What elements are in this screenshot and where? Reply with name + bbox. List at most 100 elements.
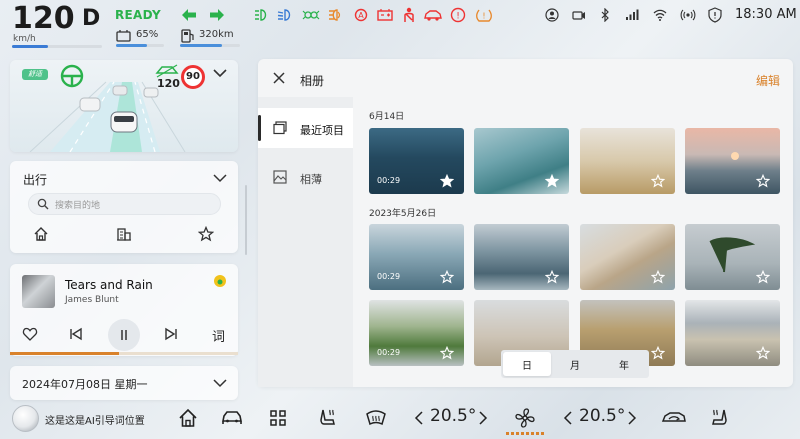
- battery-icon: [116, 30, 131, 42]
- search-placeholder: 搜索目的地: [55, 201, 101, 211]
- ai-hint-text: 这是这是AI引导词位置: [45, 416, 145, 427]
- tree-silhouette: [709, 237, 756, 273]
- ready-indicator: READY: [115, 8, 162, 22]
- lyrics-button[interactable]: 词: [212, 326, 225, 345]
- gallery-title: 相册: [300, 74, 325, 88]
- favorite-star-icon[interactable]: [651, 174, 665, 188]
- ai-assistant-orb[interactable]: [12, 405, 39, 432]
- brake-warning-icon: A: [354, 8, 368, 22]
- speed-limit-sign: 90: [181, 65, 205, 89]
- segment-day[interactable]: 日: [503, 357, 551, 372]
- speed-bar: [12, 45, 102, 48]
- video-duration: 00:29: [377, 176, 401, 185]
- office-shortcut-icon[interactable]: [116, 226, 132, 242]
- segment-year[interactable]: 年: [600, 357, 648, 372]
- hotspot-icon: [680, 9, 696, 21]
- dashcam-icon[interactable]: [572, 8, 586, 22]
- battery-bar: [116, 44, 164, 47]
- like-heart-icon[interactable]: [22, 326, 38, 342]
- music-app-icon[interactable]: [213, 274, 227, 288]
- gear-indicator: D: [82, 6, 101, 31]
- albums-icon: [273, 170, 287, 184]
- speed-readout: 120: [12, 1, 75, 36]
- wifi-icon: [653, 9, 667, 21]
- temp-down-right-icon[interactable]: [563, 410, 573, 426]
- favorite-star-icon[interactable]: [651, 346, 665, 360]
- fog-light-icon: [329, 9, 341, 21]
- sidebar-item-albums[interactable]: 相薄: [300, 171, 322, 187]
- home-shortcut-icon[interactable]: [33, 226, 49, 242]
- fuel-pump-icon: [181, 29, 194, 43]
- sidebar-active-indicator: [258, 115, 261, 141]
- song-artist: James Blunt: [65, 295, 119, 305]
- favorite-star-icon[interactable]: [440, 174, 454, 188]
- recent-items-icon: [273, 121, 287, 135]
- left-panel-scrollbar[interactable]: [245, 185, 247, 255]
- favorite-star-icon[interactable]: [440, 270, 454, 284]
- adas-set-speed: 120: [157, 77, 180, 90]
- navigation-title: 出行: [23, 173, 48, 187]
- favorite-star-icon[interactable]: [545, 270, 559, 284]
- chevron-down-icon[interactable]: [213, 378, 227, 388]
- vehicle-control-icon[interactable]: [221, 409, 243, 427]
- app-grid-icon[interactable]: [269, 409, 287, 427]
- temp-up-right-icon[interactable]: [627, 410, 637, 426]
- section-date-label: 2023年5月26日: [369, 209, 437, 219]
- speed-unit: km/h: [13, 34, 36, 44]
- battery-percent: 65%: [136, 29, 159, 40]
- left-temperature: 20.5°: [430, 406, 477, 426]
- close-icon[interactable]: [273, 72, 285, 84]
- chevron-down-icon[interactable]: [213, 173, 227, 183]
- pause-icon: [121, 330, 127, 340]
- edit-button[interactable]: 编辑: [756, 72, 780, 89]
- range-readout: 320km: [199, 29, 234, 40]
- sidebar-item-recent[interactable]: 最近项目: [300, 122, 344, 138]
- favorite-star-icon[interactable]: [756, 174, 770, 188]
- section-date-label: 6月14日: [369, 112, 405, 122]
- svg-text:A: A: [358, 11, 364, 20]
- left-turn-signal-icon: [182, 9, 196, 21]
- seatbelt-warning-icon: [404, 7, 414, 22]
- previous-track-icon[interactable]: [69, 327, 83, 341]
- seat-heating-right-icon[interactable]: [709, 407, 729, 429]
- seat-heating-left-icon[interactable]: [318, 407, 338, 429]
- security-shield-icon: [708, 7, 722, 23]
- air-circulation-icon[interactable]: [661, 410, 687, 426]
- search-icon: [37, 198, 49, 210]
- high-beam-icon: [255, 9, 267, 21]
- segment-month[interactable]: 月: [551, 357, 599, 372]
- temp-up-left-icon[interactable]: [478, 410, 488, 426]
- song-title: Tears and Rain: [65, 278, 153, 292]
- favorite-star-icon[interactable]: [756, 346, 770, 360]
- drive-mode-badge: 舒适: [22, 69, 48, 80]
- vehicle-fault-icon: [424, 10, 442, 21]
- low-beam-icon: [277, 9, 291, 21]
- next-track-icon[interactable]: [164, 327, 178, 341]
- range-bar: [180, 44, 240, 47]
- bluetooth-icon: [601, 8, 609, 22]
- fan-speed-indicator: [506, 432, 546, 435]
- cellular-signal-icon: [626, 9, 639, 20]
- user-account-icon[interactable]: [545, 8, 559, 22]
- favorite-star-icon[interactable]: [651, 270, 665, 284]
- home-icon[interactable]: [178, 408, 198, 428]
- position-lights-icon: [302, 10, 320, 20]
- svg-text:!: !: [482, 12, 485, 21]
- clock: 18:30 AM: [735, 7, 797, 22]
- temp-down-left-icon[interactable]: [414, 410, 424, 426]
- video-duration: 00:29: [377, 348, 401, 357]
- favorite-star-icon[interactable]: [545, 174, 559, 188]
- battery-warning-icon: [377, 9, 393, 21]
- parking-brake-icon: !: [450, 7, 466, 23]
- right-temperature: 20.5°: [579, 406, 626, 426]
- fan-icon[interactable]: [514, 407, 536, 429]
- album-art[interactable]: [22, 275, 55, 308]
- sun-disc: [731, 152, 739, 160]
- music-progress-bar[interactable]: [10, 352, 238, 355]
- date-text: 2024年07月08日 星期一: [22, 378, 148, 391]
- tire-pressure-icon: !: [476, 9, 492, 22]
- favorite-star-icon[interactable]: [440, 346, 454, 360]
- favorite-star-icon[interactable]: [198, 226, 214, 242]
- windshield-defrost-icon[interactable]: [365, 409, 387, 427]
- favorite-star-icon[interactable]: [756, 270, 770, 284]
